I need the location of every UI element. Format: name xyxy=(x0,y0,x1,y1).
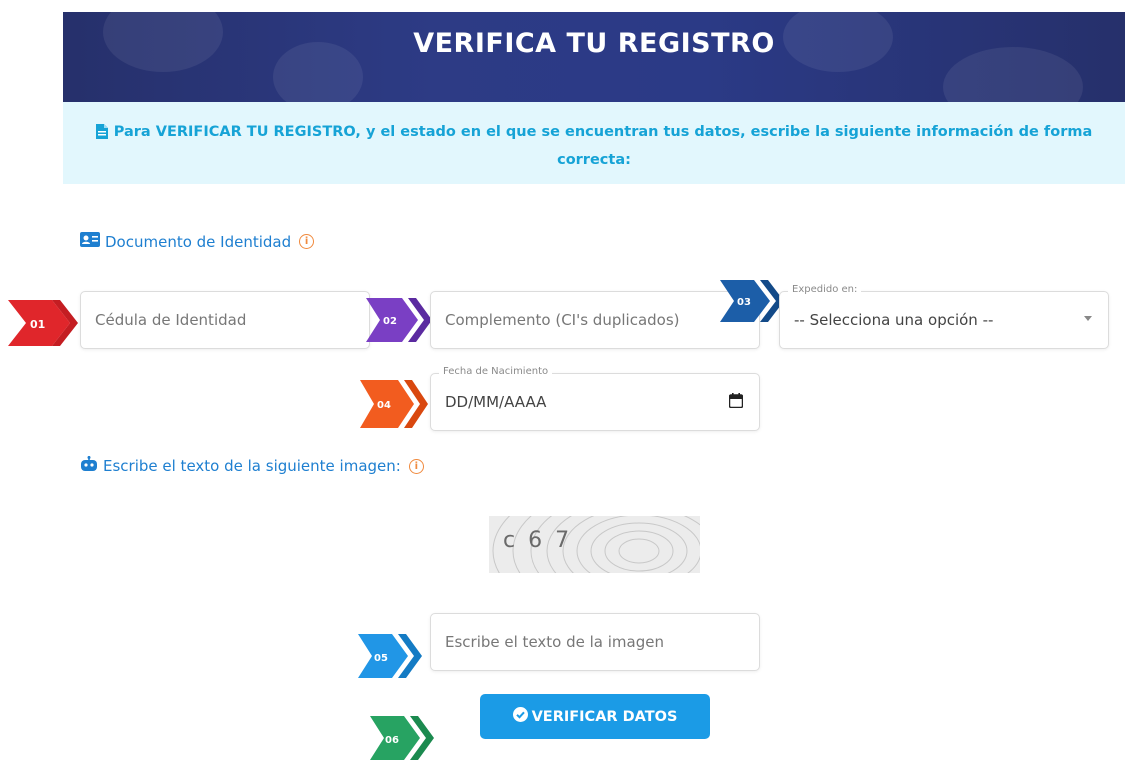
captcha-section-label: Escribe el texto de la siguiente imagen: xyxy=(103,457,401,475)
step-badge-06: 06 xyxy=(370,712,434,767)
svg-text:06: 06 xyxy=(385,735,399,746)
complemento-input[interactable] xyxy=(445,292,751,348)
step-badge-01: 01 xyxy=(8,294,80,356)
info-icon[interactable]: i xyxy=(408,458,424,474)
verify-data-button[interactable]: VERIFICAR DATOS xyxy=(480,694,710,739)
captcha-text: c 6 7 xyxy=(503,528,573,553)
info-notice-text: Para VERIFICAR TU REGISTRO, y el estado … xyxy=(113,124,1093,168)
file-icon xyxy=(95,123,108,148)
fecha-nacimiento-field[interactable]: Fecha de Nacimiento DD/MM/AAAA xyxy=(430,366,760,431)
step-badge-03: 03 xyxy=(720,276,784,330)
captcha-field[interactable] xyxy=(430,613,760,671)
caret-down-icon xyxy=(1084,316,1092,321)
svg-text:02: 02 xyxy=(383,316,397,327)
cedula-input[interactable] xyxy=(95,292,361,348)
step-badge-05: 05 xyxy=(358,630,422,686)
identity-section-label: Documento de Identidad xyxy=(105,232,292,251)
svg-text:01: 01 xyxy=(30,318,45,331)
calendar-icon[interactable] xyxy=(728,393,744,412)
expedido-selected: -- Selecciona una opción -- xyxy=(794,311,994,329)
check-circle-icon xyxy=(512,707,528,726)
id-card-icon xyxy=(80,232,100,251)
step-badge-04: 04 xyxy=(360,376,428,436)
svg-text:04: 04 xyxy=(377,400,391,411)
robot-icon xyxy=(80,456,98,476)
complemento-field[interactable] xyxy=(430,291,760,349)
header-banner: VERIFICA TU REGISTRO xyxy=(63,12,1125,102)
svg-text:03: 03 xyxy=(737,297,751,308)
info-icon[interactable]: i xyxy=(299,234,315,249)
captcha-image: c 6 7 xyxy=(489,516,700,573)
step-badge-02: 02 xyxy=(366,294,432,350)
captcha-input[interactable] xyxy=(445,614,751,670)
cedula-field[interactable] xyxy=(80,291,370,349)
expedido-select[interactable]: Expedido en: -- Selecciona una opción -- xyxy=(779,284,1109,349)
info-notice: Para VERIFICAR TU REGISTRO, y el estado … xyxy=(63,102,1125,184)
page-title: VERIFICA TU REGISTRO xyxy=(413,28,775,59)
identity-section-title: Documento de Identidad i xyxy=(80,232,315,251)
verify-button-label: VERIFICAR DATOS xyxy=(531,708,678,725)
fecha-value: DD/MM/AAAA xyxy=(445,393,547,411)
svg-text:05: 05 xyxy=(374,653,388,664)
captcha-section-title: Escribe el texto de la siguiente imagen:… xyxy=(80,456,424,476)
